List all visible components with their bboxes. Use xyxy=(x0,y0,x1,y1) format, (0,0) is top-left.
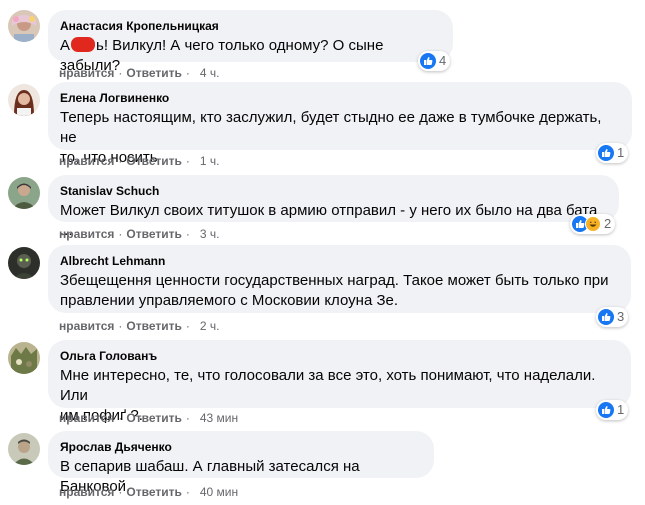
comment-actions: нравится · Ответить · 3 ч. xyxy=(59,227,220,241)
redaction-mark xyxy=(71,37,96,52)
reaction-count: 3 xyxy=(617,309,625,324)
avatar[interactable] xyxy=(8,10,40,42)
comment-time[interactable]: 1 ч. xyxy=(200,154,220,168)
reaction-count: 4 xyxy=(439,53,447,68)
avatar[interactable] xyxy=(8,84,40,116)
reaction-count: 1 xyxy=(617,402,625,417)
avatar[interactable] xyxy=(8,433,40,465)
comment-bubble: Albrecht Lehmann Збещещення ценности гос… xyxy=(48,245,631,313)
avatar[interactable] xyxy=(8,177,40,209)
reply-link[interactable]: Ответить xyxy=(126,66,181,80)
comment-bubble: Елена Логвиненко Теперь настоящим, кто з… xyxy=(48,82,632,166)
comment-author[interactable]: Ярослав Дьяченко xyxy=(60,439,422,455)
like-icon xyxy=(598,402,614,418)
comment-actions: нравится · Ответить · 4 ч. xyxy=(59,66,220,80)
comment-bubble: Ярослав Дьяченко В сепарив шабаш. А глав… xyxy=(48,431,434,495)
comment-actions: нравится · Ответить · 2 ч. xyxy=(59,319,220,333)
comment-time[interactable]: 43 мин xyxy=(200,411,238,425)
reaction-summary[interactable]: 2 xyxy=(570,214,616,234)
comment-actions: нравится · Ответить · 43 мин xyxy=(59,411,239,425)
haha-icon xyxy=(585,216,601,232)
comment-author[interactable]: Ольга Голованъ xyxy=(60,348,619,364)
like-link[interactable]: нравится xyxy=(59,154,114,168)
comment-time[interactable]: 4 ч. xyxy=(200,66,220,80)
comment-time[interactable]: 3 ч. xyxy=(200,227,220,241)
comment-actions: нравится · Ответить · 1 ч. xyxy=(59,154,220,168)
comment-time[interactable]: 2 ч. xyxy=(200,319,220,333)
comment-time[interactable]: 40 мин xyxy=(200,485,238,499)
comment-author[interactable]: Albrecht Lehmann xyxy=(60,253,619,269)
comment-author[interactable]: Stanislav Schuch xyxy=(60,183,607,199)
like-link[interactable]: нравится xyxy=(59,485,114,499)
like-icon xyxy=(598,145,614,161)
like-link[interactable]: нравится xyxy=(59,66,114,80)
comment-bubble: Ольга Голованъ Мне интересно, те, что го… xyxy=(48,340,631,424)
reply-link[interactable]: Ответить xyxy=(126,485,181,499)
comment-bubble: Анастасия Кропельницкая Аь! Вилкул! А че… xyxy=(48,10,453,74)
avatar[interactable] xyxy=(8,247,40,279)
like-link[interactable]: нравится xyxy=(59,411,114,425)
reaction-summary[interactable]: 4 xyxy=(418,51,451,71)
like-icon xyxy=(420,53,436,69)
reaction-count: 2 xyxy=(604,216,612,231)
comment-author[interactable]: Анастасия Кропельницкая xyxy=(60,18,441,34)
reaction-count: 1 xyxy=(617,145,625,160)
reaction-summary[interactable]: 1 xyxy=(596,143,629,163)
like-link[interactable]: нравится xyxy=(59,319,114,333)
comment-author[interactable]: Елена Логвиненко xyxy=(60,90,620,106)
reply-link[interactable]: Ответить xyxy=(126,319,181,333)
comment-bubble: Stanislav Schuch Может Вилкул своих титу… xyxy=(48,175,619,239)
comment-actions: нравится · Ответить · 40 мин xyxy=(59,485,239,499)
reply-link[interactable]: Ответить xyxy=(126,154,181,168)
like-icon xyxy=(598,309,614,325)
reply-link[interactable]: Ответить xyxy=(126,411,181,425)
like-link[interactable]: нравится xyxy=(59,227,114,241)
comment-text: Збещещення ценности государственных нагр… xyxy=(60,272,609,309)
reaction-summary[interactable]: 1 xyxy=(596,400,629,420)
reaction-summary[interactable]: 3 xyxy=(596,307,629,327)
avatar[interactable] xyxy=(8,342,40,374)
reply-link[interactable]: Ответить xyxy=(126,227,181,241)
